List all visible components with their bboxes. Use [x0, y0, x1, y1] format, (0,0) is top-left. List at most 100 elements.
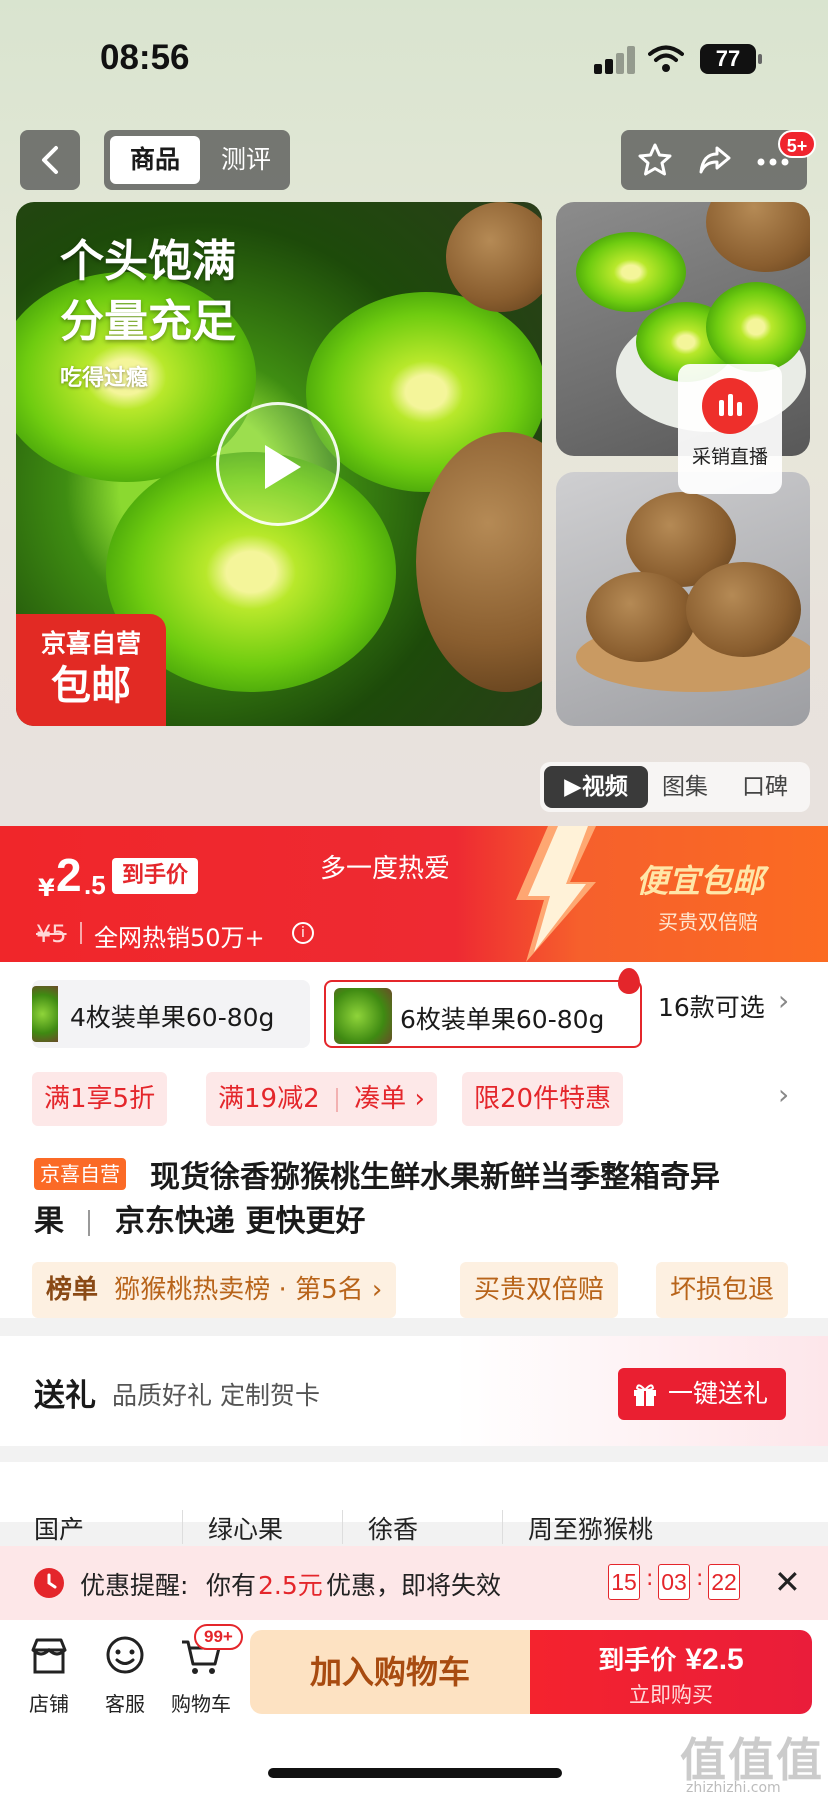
- wifi-icon: [648, 45, 684, 72]
- spec-brand: 周至猕猴桃: [528, 1515, 654, 1544]
- chevron-right-icon[interactable]: ›: [778, 1078, 789, 1111]
- divider: [342, 1510, 343, 1544]
- shop-label: 店铺: [29, 1692, 69, 1716]
- message-badge: 5+: [778, 130, 816, 158]
- lightning-decoration: [516, 826, 596, 962]
- price-integer: 2: [56, 849, 82, 901]
- more-variants[interactable]: 16款可选: [658, 988, 765, 1024]
- chevron-right-icon[interactable]: ›: [778, 984, 789, 1017]
- shop-button[interactable]: 店铺: [24, 1634, 74, 1717]
- spec-type: 绿心果: [208, 1515, 284, 1544]
- status-time: 08:56: [100, 38, 190, 77]
- gift-title: 送礼: [34, 1378, 96, 1414]
- reminder-label: 优惠提醒:: [80, 1571, 189, 1600]
- live-icon: [702, 378, 758, 434]
- slogan: 多一度热爱: [320, 854, 451, 884]
- discount-reminder: 优惠提醒: 你有 2.5元 优惠，即将失效 15 : 03 : 22 ✕: [0, 1546, 828, 1620]
- headline-subline: 吃得过瘾: [60, 366, 149, 391]
- side-image-2[interactable]: [556, 472, 810, 726]
- play-icon: [265, 445, 301, 489]
- reminder-amount: 2.5元: [258, 1571, 323, 1600]
- countdown-hours: 15: [608, 1564, 640, 1600]
- cart-label: 购物车: [171, 1692, 231, 1716]
- variant-option-6[interactable]: 6枚装单果60-80g: [324, 968, 642, 1048]
- tab-review[interactable]: 测评: [206, 136, 286, 184]
- service-button[interactable]: 客服: [100, 1634, 150, 1717]
- tab-product[interactable]: 商品: [110, 136, 200, 184]
- promo-limited[interactable]: 限20件特惠: [462, 1072, 624, 1126]
- promo-coupon[interactable]: 满19减2 凑单 ›: [206, 1072, 437, 1126]
- star-icon[interactable]: [637, 142, 673, 178]
- damage-refund-tag[interactable]: 坏损包退: [656, 1262, 789, 1318]
- gift-description: 品质好礼 定制贺卡: [112, 1381, 320, 1410]
- colon: :: [696, 1566, 704, 1591]
- clock-icon: [34, 1568, 64, 1598]
- price-guarantee: 买贵双倍赔: [658, 910, 758, 934]
- home-indicator[interactable]: [268, 1768, 562, 1778]
- colon: :: [646, 1566, 654, 1591]
- final-price-label: 到手价: [112, 858, 199, 894]
- product-title-line1: 现货徐香猕猴桃生鲜水果新鲜当季整箱奇异: [150, 1160, 720, 1195]
- info-icon[interactable]: i: [292, 922, 314, 944]
- tab-gallery[interactable]: 图集: [662, 766, 708, 808]
- double-refund-tag[interactable]: 买贵双倍赔: [460, 1262, 619, 1318]
- headline-line2: 分量充足: [60, 296, 236, 347]
- close-icon[interactable]: ✕: [774, 1566, 801, 1598]
- share-icon[interactable]: [697, 142, 733, 178]
- price-banner: ¥ 2 .5 到手价 ¥5 全网热销50万+ i 多一度热爱 便宜包邮 买贵双倍…: [0, 826, 828, 962]
- service-label: 客服: [105, 1692, 145, 1716]
- variant-label: 4枚装单果60-80g: [70, 1003, 275, 1032]
- cheap-freeship-title: 便宜包邮: [636, 862, 765, 900]
- play-button[interactable]: [216, 402, 340, 526]
- divider: [80, 922, 82, 944]
- tab-video[interactable]: ▶视频: [544, 766, 648, 808]
- product-review-switch: 商品 测评: [104, 130, 290, 190]
- send-gift-button[interactable]: 一键送礼: [618, 1368, 786, 1420]
- countdown-minutes: 03: [658, 1564, 690, 1600]
- product-info: 4枚装单果60-80g 6枚装单果60-80g 16款可选 › 满1享5折 满1…: [0, 962, 828, 1318]
- variant-label: 6枚装单果60-80g: [400, 1005, 605, 1034]
- reminder-text-before: 你有: [206, 1571, 257, 1600]
- signal-icon: [594, 46, 636, 74]
- live-stream-button[interactable]: 采销直播: [678, 364, 782, 494]
- variant-thumbnail: [334, 988, 392, 1044]
- divider: [502, 1510, 503, 1544]
- tab-reviews[interactable]: 口碑: [742, 766, 788, 808]
- jingxi-freeship-tag: 京喜自营 包邮: [16, 614, 166, 726]
- promo-discount[interactable]: 满1享5折: [32, 1072, 168, 1126]
- headline-line1: 个头饱满: [60, 236, 236, 287]
- price-currency: ¥: [38, 874, 55, 902]
- spec-origin: 国产: [34, 1515, 85, 1544]
- media-tabs: ▶视频 图集 口碑: [540, 762, 810, 812]
- customer-service-icon: [106, 1636, 144, 1674]
- shop-icon: [31, 1638, 67, 1674]
- spec-variety: 徐香: [368, 1515, 419, 1544]
- variant-option-4[interactable]: 4枚装单果60-80g: [32, 980, 310, 1048]
- countdown-seconds: 22: [708, 1564, 740, 1600]
- price-decimal: .5: [84, 870, 106, 900]
- sales-volume: 全网热销50万+: [94, 924, 265, 952]
- hot-icon: [618, 968, 640, 994]
- reminder-text-after: 优惠，即将失效: [326, 1571, 502, 1600]
- chevron-left-icon: [42, 146, 58, 174]
- main-product-image[interactable]: 个头饱满 分量充足 吃得过瘾 京喜自营 包邮: [16, 202, 542, 726]
- watermark-url: zhizhizhi.com: [686, 1780, 781, 1796]
- ranking-tag[interactable]: 榜单 猕猴桃热卖榜 · 第5名 ›: [32, 1262, 397, 1318]
- add-to-cart-button[interactable]: 加入购物车: [250, 1630, 530, 1714]
- live-label: 采销直播: [691, 446, 768, 468]
- cart-count-badge: 99+: [194, 1624, 243, 1650]
- gift-section: 送礼 品质好礼 定制贺卡 一键送礼: [0, 1336, 828, 1446]
- spec-row[interactable]: 国产 绿心果 徐香 周至猕猴桃: [0, 1462, 828, 1544]
- divider: [182, 1510, 183, 1544]
- back-button[interactable]: [20, 130, 80, 190]
- battery-indicator: 77: [700, 44, 762, 74]
- buy-now-button[interactable]: 到手价 ¥2.5 立即购买: [530, 1630, 812, 1714]
- self-operated-tag: 京喜自营: [34, 1158, 126, 1190]
- gift-icon: [634, 1384, 656, 1406]
- bottom-bar: 店铺 客服 购物车 99+ 加入购物车 到手价 ¥2.5 立即购买 值值值 zh…: [0, 1620, 828, 1796]
- tag-line2: 包邮: [51, 663, 131, 709]
- variant-thumbnail: [32, 986, 58, 1042]
- product-title-line2: 果 京东快递 更快更好: [34, 1204, 366, 1239]
- tag-line1: 京喜自营: [40, 629, 141, 658]
- original-price: ¥5: [36, 920, 67, 948]
